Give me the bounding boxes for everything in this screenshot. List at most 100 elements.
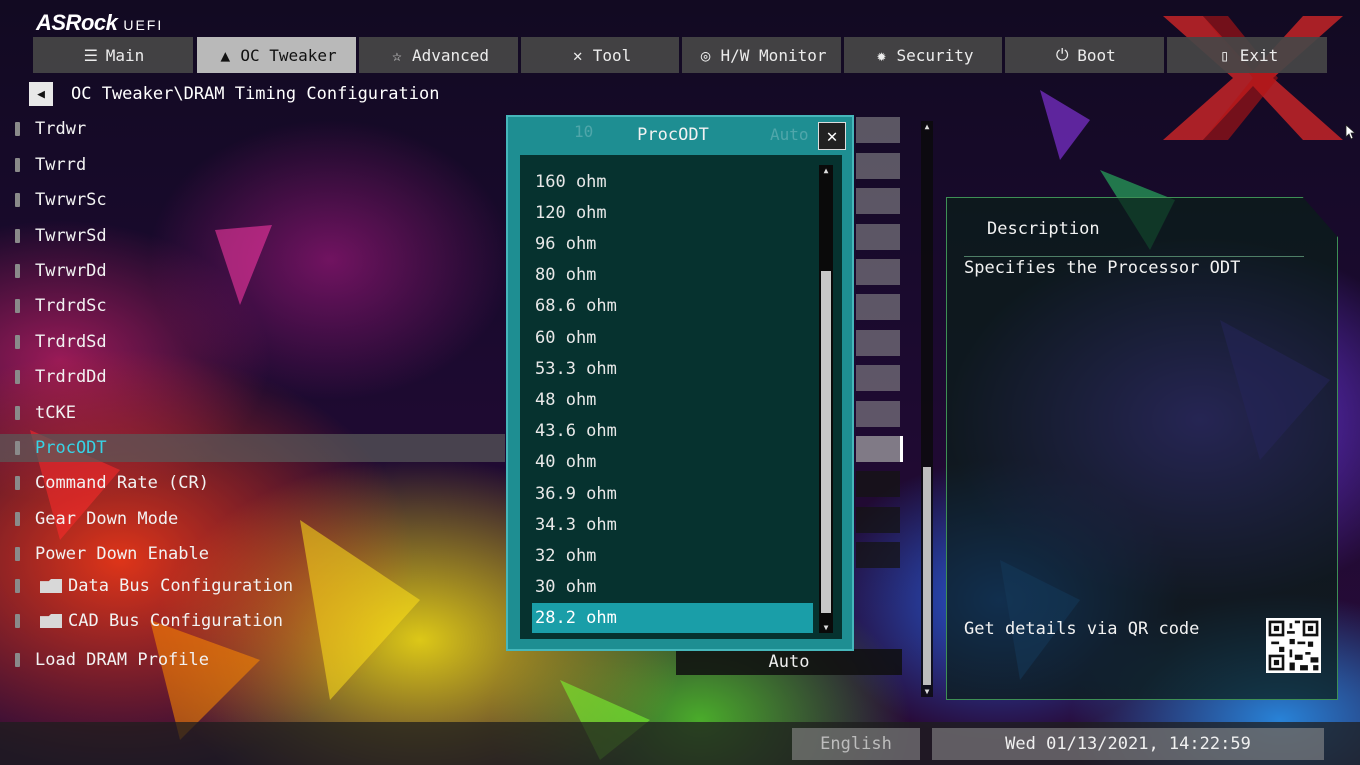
shield-gear-icon: ✹ <box>876 45 887 65</box>
popup-scrollbar[interactable]: ▲ ▼ <box>819 165 833 633</box>
folder-icon <box>40 579 62 593</box>
value-box[interactable] <box>856 365 900 391</box>
qr-label: Get details via QR code <box>964 619 1200 639</box>
popup-title: ProcODT <box>637 125 709 145</box>
tab-boot[interactable]: ⏻ Boot <box>1005 37 1164 73</box>
power-icon: ⏻ <box>1055 45 1069 64</box>
main-scrollbar[interactable]: ▲ ▼ <box>921 121 933 697</box>
option-item[interactable]: 60 ohm <box>532 323 813 353</box>
bullet-marker <box>15 229 20 243</box>
procodt-popup: 10 Auto ProcODT ✕ 160 ohm 120 ohm 96 ohm… <box>506 115 854 651</box>
bullet-marker <box>15 193 20 207</box>
datetime-display: Wed 01/13/2021, 14:22:59 <box>932 728 1324 760</box>
option-item[interactable]: 80 ohm <box>532 260 813 290</box>
setting-trdrddd[interactable]: TrdrdDd <box>0 363 505 391</box>
breadcrumb: ◀ OC Tweaker\DRAM Timing Configuration <box>29 82 439 106</box>
option-item[interactable]: 48 ohm <box>532 385 813 415</box>
bullet-marker <box>15 299 20 313</box>
scrollbar-thumb[interactable] <box>821 271 831 613</box>
value-box[interactable] <box>856 117 900 143</box>
description-text: Specifies the Processor ODT <box>964 258 1241 278</box>
bullet-marker <box>15 653 20 667</box>
option-item[interactable]: 96 ohm <box>532 229 813 259</box>
scroll-up-icon[interactable]: ▲ <box>921 122 933 131</box>
scroll-down-icon[interactable]: ▼ <box>921 687 933 696</box>
qr-code-icon <box>1266 618 1321 673</box>
value-box[interactable] <box>856 188 900 214</box>
setting-twrwrsd[interactable]: TwrwrSd <box>0 222 505 250</box>
option-item[interactable]: 68.6 ohm <box>532 291 813 321</box>
language-button[interactable]: English <box>792 728 920 760</box>
xx-watermark-logo <box>1163 16 1343 140</box>
setting-twrwrsc[interactable]: TwrwrSc <box>0 186 505 214</box>
bullet-marker <box>15 579 20 593</box>
bullet-marker <box>15 476 20 490</box>
list-icon: ☰ <box>83 45 98 65</box>
tab-oc-tweaker[interactable]: ▲ OC Tweaker <box>197 37 356 73</box>
setting-trdwr[interactable]: Trdwr <box>0 115 505 143</box>
value-box[interactable] <box>856 224 900 250</box>
setting-trdrdsd[interactable]: TrdrdSd <box>0 328 505 356</box>
tab-main[interactable]: ☰ Main <box>33 37 193 73</box>
option-item[interactable]: 30 ohm <box>532 572 813 602</box>
option-item[interactable]: 32 ohm <box>532 541 813 571</box>
submenu-data-bus-configuration[interactable]: Data Bus Configuration <box>0 572 505 600</box>
bullet-marker <box>15 264 20 278</box>
bullet-marker <box>15 512 20 526</box>
bullet-marker <box>15 614 20 628</box>
option-item[interactable]: 34.3 ohm <box>532 510 813 540</box>
bullet-marker <box>15 547 20 561</box>
asrock-logo: ASRock UEFI <box>36 10 164 35</box>
tab-security[interactable]: ✹ Security <box>844 37 1002 73</box>
tab-hw-monitor[interactable]: ◎ H/W Monitor <box>682 37 841 73</box>
bullet-marker <box>15 335 20 349</box>
tab-tool[interactable]: ✕ Tool <box>521 37 679 73</box>
close-icon: ✕ <box>826 125 838 147</box>
tab-advanced[interactable]: ☆ Advanced <box>359 37 518 73</box>
value-box[interactable] <box>856 330 900 356</box>
value-box[interactable] <box>856 542 900 568</box>
value-box[interactable] <box>856 507 900 533</box>
value-box[interactable] <box>856 471 900 497</box>
option-item[interactable]: 160 ohm <box>532 167 813 197</box>
tab-exit[interactable]: ▯ Exit <box>1167 37 1327 73</box>
description-title: Description <box>987 219 1100 239</box>
setting-twrrd[interactable]: Twrrd <box>0 151 505 179</box>
monitor-gauge-icon: ◎ <box>700 45 711 65</box>
breadcrumb-path: OC Tweaker\DRAM Timing Configuration <box>71 84 440 104</box>
option-list: 160 ohm 120 ohm 96 ohm 80 ohm 68.6 ohm 6… <box>520 155 842 639</box>
divider <box>964 256 1304 257</box>
mouse-cursor-icon <box>1345 124 1357 140</box>
exit-door-icon: ▯ <box>1219 45 1230 65</box>
setting-twrwrdd[interactable]: TwrwrDd <box>0 257 505 285</box>
scroll-down-icon[interactable]: ▼ <box>819 623 833 632</box>
setting-load-dram-profile[interactable]: Load DRAM Profile <box>0 646 505 674</box>
scroll-up-icon[interactable]: ▲ <box>819 166 833 175</box>
setting-command-rate[interactable]: Command Rate (CR) <box>0 469 505 497</box>
setting-gear-down-mode[interactable]: Gear Down Mode <box>0 505 505 533</box>
bullet-marker <box>15 406 20 420</box>
option-item[interactable]: 120 ohm <box>532 198 813 228</box>
setting-procodt[interactable]: ProcODT <box>0 434 505 462</box>
option-item[interactable]: 40 ohm <box>532 447 813 477</box>
setting-trdrdsc[interactable]: TrdrdSc <box>0 292 505 320</box>
close-button[interactable]: ✕ <box>818 122 846 150</box>
submenu-cad-bus-configuration[interactable]: CAD Bus Configuration <box>0 607 505 635</box>
option-item[interactable]: 36.9 ohm <box>532 479 813 509</box>
scrollbar-thumb[interactable] <box>923 467 931 685</box>
bullet-marker <box>15 158 20 172</box>
option-item-selected[interactable]: 28.2 ohm <box>532 603 813 633</box>
value-box[interactable] <box>856 401 900 427</box>
value-box[interactable] <box>856 153 900 179</box>
option-item[interactable]: 43.6 ohm <box>532 416 813 446</box>
value-box[interactable] <box>856 294 900 320</box>
value-box-selected[interactable] <box>856 436 903 462</box>
setting-tcke[interactable]: tCKE <box>0 399 505 427</box>
arrow-left-icon: ◀ <box>37 86 45 102</box>
back-button[interactable]: ◀ <box>29 82 53 106</box>
bullet-marker <box>15 370 20 384</box>
load-dram-profile-value[interactable]: Auto <box>676 649 902 675</box>
option-item[interactable]: 53.3 ohm <box>532 354 813 384</box>
setting-power-down-enable[interactable]: Power Down Enable <box>0 540 505 568</box>
value-box[interactable] <box>856 259 900 285</box>
